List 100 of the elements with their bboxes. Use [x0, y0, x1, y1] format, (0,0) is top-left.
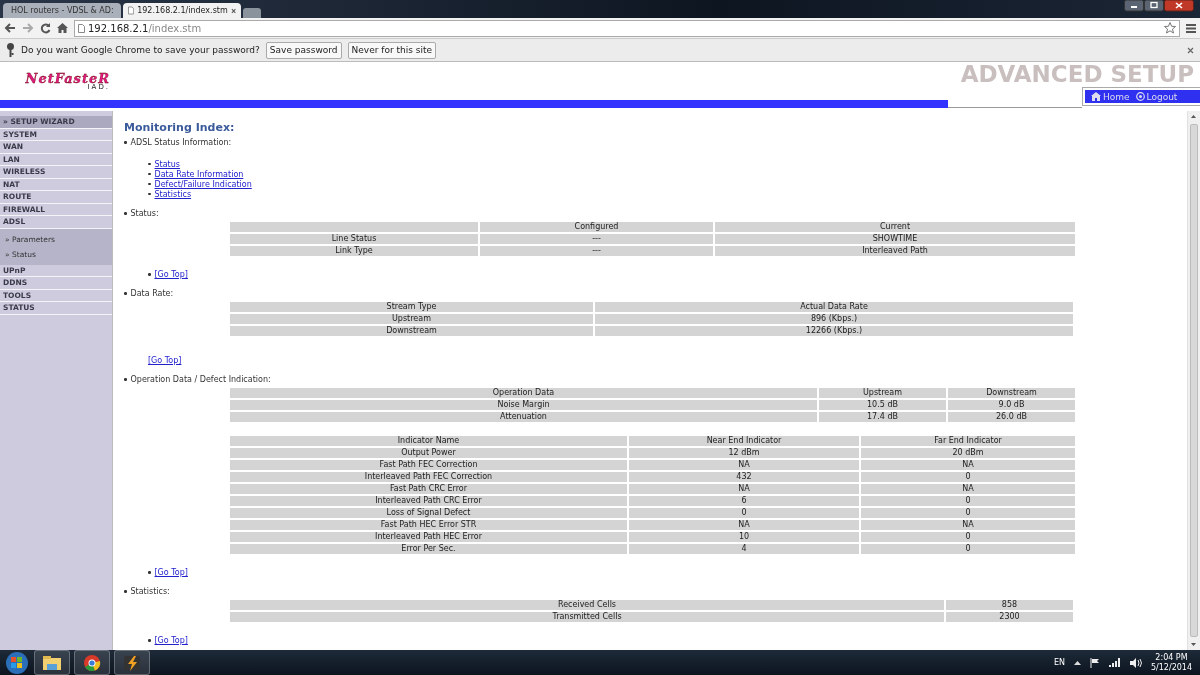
table-cell: 6 — [629, 496, 859, 506]
column-header: Operation Data — [230, 388, 817, 398]
section-label: Data Rate: — [130, 289, 174, 298]
reload-icon[interactable] — [40, 22, 51, 34]
password-prompt: Do you want Google Chrome to save your password? — [21, 45, 260, 55]
language-indicator[interactable]: EN — [1053, 658, 1065, 667]
section-label: Operation Data / Defect Indication: — [130, 375, 271, 384]
key-icon — [6, 43, 15, 57]
table-cell: Received Cells — [230, 600, 944, 610]
section-label: Statistics: — [130, 587, 170, 596]
clock[interactable]: 2:04 PM 5/12/2014 — [1150, 652, 1192, 673]
table-cell: Attenuation — [230, 412, 817, 422]
table-cell: Interleaved Path FEC Correction — [230, 472, 627, 482]
nav-link[interactable]: Logout — [1135, 91, 1178, 102]
nav-link[interactable]: Home — [1091, 91, 1130, 102]
index-link[interactable]: Data Rate Information — [154, 169, 244, 179]
column-header: Actual Data Rate — [595, 302, 1073, 312]
section-label: ADSL Status Information: — [130, 138, 232, 147]
column-header: Downstream — [948, 388, 1075, 398]
taskbar-button[interactable] — [114, 650, 150, 675]
section-label: Status: — [130, 209, 159, 218]
column-header: Configured — [480, 222, 713, 232]
table-cell: --- — [480, 234, 713, 244]
table-cell: 0 — [861, 472, 1075, 482]
page-icon — [128, 6, 135, 15]
table-cell: 0 — [629, 508, 859, 518]
index-link[interactable]: Defect/Failure Indication — [154, 179, 252, 189]
index-link[interactable]: Statistics — [154, 189, 192, 199]
show-hidden-icon[interactable] — [1073, 660, 1081, 665]
column-header: Current — [715, 222, 1075, 232]
table-cell: 10.5 dB — [819, 400, 946, 410]
table-cell: NA — [629, 484, 859, 494]
table-cell: SHOWTIME — [715, 234, 1075, 244]
table-cell: 432 — [629, 472, 859, 482]
column-header: Far End Indicator — [861, 436, 1075, 446]
table-cell: 0 — [861, 544, 1075, 554]
table-cell: 4 — [629, 544, 859, 554]
table-cell: NA — [629, 460, 859, 470]
table-cell: Transmitted Cells — [230, 612, 944, 622]
table-cell: Fast Path HEC Error STR — [230, 520, 627, 530]
table-cell: Output Power — [230, 448, 627, 458]
table-cell: Interleaved Path — [715, 246, 1075, 256]
table-cell: NA — [861, 484, 1075, 494]
table-cell: 26.0 dB — [948, 412, 1075, 422]
speaker-icon[interactable] — [1129, 657, 1142, 668]
home-icon — [1091, 92, 1101, 101]
go-top-link[interactable]: [Go Top] — [154, 568, 188, 577]
star-icon[interactable] — [1164, 22, 1176, 34]
table-cell: 0 — [861, 532, 1075, 542]
menu-icon[interactable] — [1186, 23, 1196, 33]
url-text: 192.168.2.1/index.stm — [88, 22, 202, 34]
table-cell: NA — [861, 520, 1075, 530]
page-title: Monitoring Index: — [124, 121, 236, 134]
table-cell: Downstream — [230, 326, 593, 336]
home-icon[interactable] — [57, 23, 68, 33]
table-cell: 0 — [861, 496, 1075, 506]
start-button-icon[interactable] — [4, 650, 30, 675]
maximize-icon[interactable] — [1144, 0, 1164, 12]
back-icon[interactable] — [4, 23, 16, 33]
minimize-icon[interactable] — [1124, 0, 1144, 12]
address-bar[interactable]: 192.168.2.1/index.stm — [74, 19, 1180, 37]
taskbar-button[interactable] — [34, 650, 70, 675]
banner-title: ADVANCED SETUP — [960, 61, 1194, 87]
go-top-link[interactable]: [Go Top] — [148, 356, 182, 365]
table-cell: NA — [861, 460, 1075, 470]
table-cell: 9.0 dB — [948, 400, 1075, 410]
table-cell: 0 — [861, 508, 1075, 518]
close-icon[interactable] — [1164, 0, 1194, 12]
table-cell: Link Type — [230, 246, 478, 256]
table-cell: Interleaved Path HEC Error — [230, 532, 627, 542]
table-cell: Upstream — [230, 314, 593, 324]
browser-tab[interactable]: 192.168.2.1/index.stm — [123, 3, 241, 18]
table-cell: --- — [480, 246, 713, 256]
index-link[interactable]: Status — [154, 159, 180, 169]
page-icon — [78, 23, 85, 33]
column-header: Stream Type — [230, 302, 593, 312]
column-header: Near End Indicator — [629, 436, 859, 446]
table-cell: Fast Path FEC Correction — [230, 460, 627, 470]
signal-icon[interactable] — [1108, 658, 1121, 667]
table-cell: 12 dBm — [629, 448, 859, 458]
table-cell: 17.4 dB — [819, 412, 946, 422]
flag-icon[interactable] — [1089, 657, 1100, 668]
go-top-link[interactable]: [Go Top] — [154, 636, 188, 645]
infobar-button[interactable]: Never for this site — [347, 41, 436, 59]
taskbar-button[interactable] — [74, 650, 110, 675]
table-cell: 896 (Kbps.) — [595, 314, 1073, 324]
go-top-link[interactable]: [Go Top] — [154, 270, 188, 279]
infobar-button[interactable]: Save password — [265, 41, 342, 59]
browser-icon — [81, 652, 103, 673]
table-cell: Noise Margin — [230, 400, 817, 410]
table-cell: Fast Path CRC Error — [230, 484, 627, 494]
table-cell: Interleaved Path CRC Error — [230, 496, 627, 506]
column-header: Upstream — [819, 388, 946, 398]
column-header: Indicator Name — [230, 436, 627, 446]
browser-tab[interactable]: HOL routers - VDSL & AD: — [3, 3, 121, 18]
close-icon[interactable] — [230, 7, 236, 14]
table-cell: 20 dBm — [861, 448, 1075, 458]
table-cell: Loss of Signal Defect — [230, 508, 627, 518]
table-cell: Line Status — [230, 234, 478, 244]
table-cell: 858 — [946, 600, 1073, 610]
